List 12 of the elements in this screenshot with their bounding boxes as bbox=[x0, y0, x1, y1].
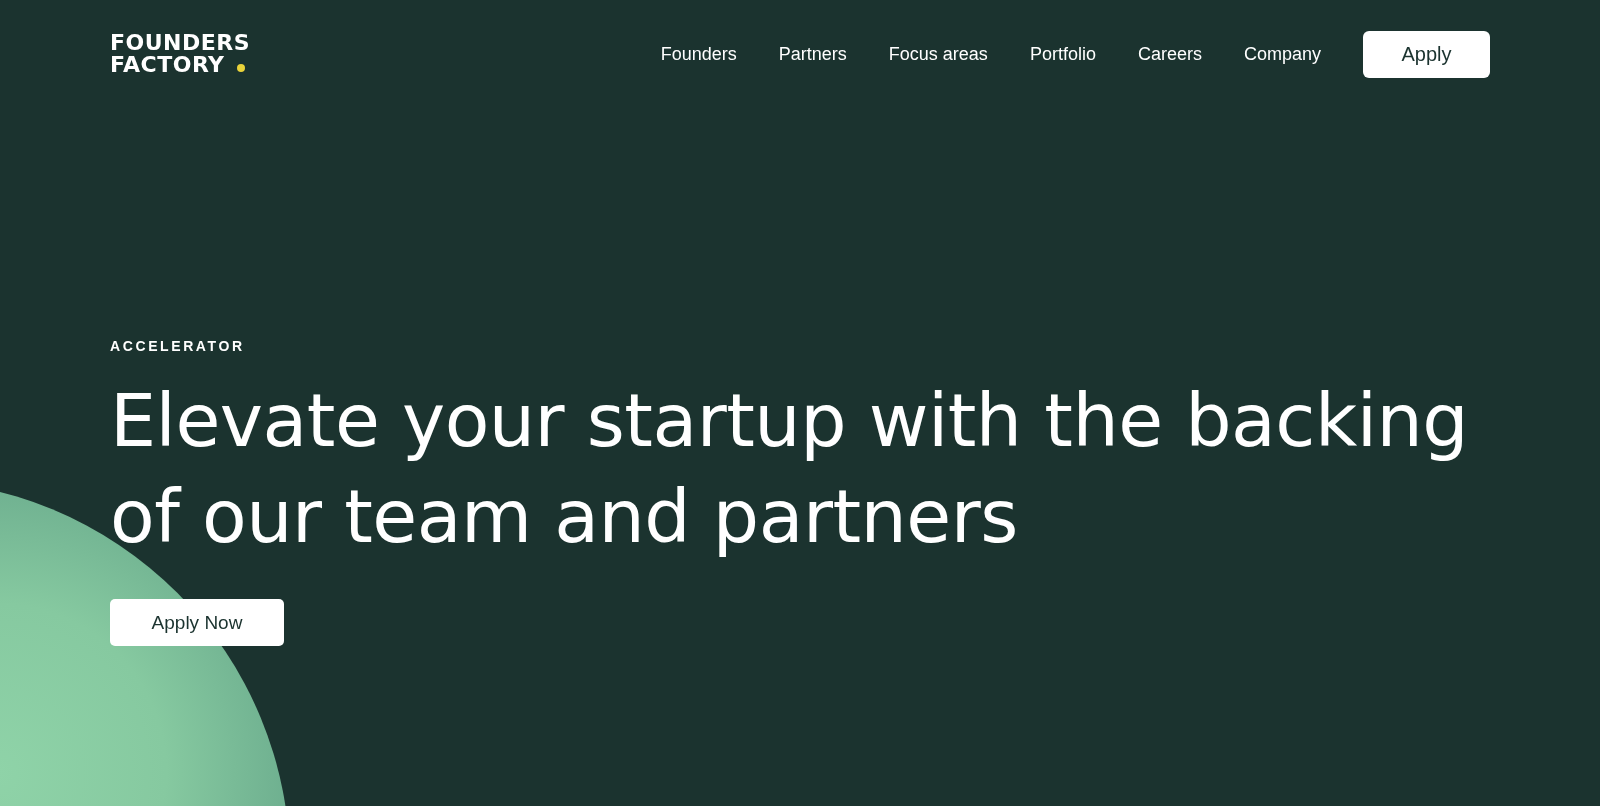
nav-link[interactable]: Company bbox=[1243, 43, 1321, 65]
nav-link[interactable]: Careers bbox=[1137, 43, 1202, 65]
eyebrow-label: ACCELERATOR bbox=[110, 338, 245, 354]
logo-dot-icon bbox=[237, 64, 245, 72]
apply-now-button[interactable]: Apply Now bbox=[110, 599, 284, 646]
logo-wordmark[interactable]: FOUNDERS FACTORY bbox=[110, 32, 251, 76]
nav-link[interactable]: Focus areas bbox=[888, 43, 988, 65]
nav-link[interactable]: Founders bbox=[660, 43, 737, 65]
nav-link[interactable]: Portfolio bbox=[1029, 43, 1096, 65]
apply-button[interactable]: Apply bbox=[1363, 30, 1490, 78]
nav-link[interactable]: Partners bbox=[778, 43, 847, 65]
hero-headline: Elevate your startup with the backing of our team and partners bbox=[110, 377, 1470, 561]
